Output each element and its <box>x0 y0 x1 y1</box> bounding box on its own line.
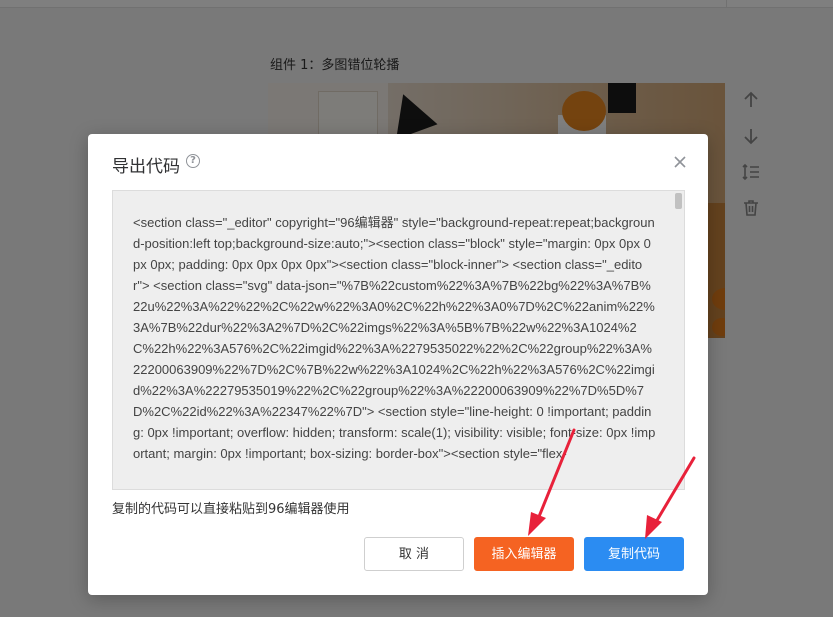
copy-code-button[interactable]: 复制代码 <box>584 537 684 571</box>
close-icon[interactable] <box>670 152 690 172</box>
code-textarea[interactable]: <section class="_editor" copyright="96编辑… <box>112 190 685 490</box>
hint-text: 复制的代码可以直接粘贴到96编辑器使用 <box>112 502 350 517</box>
export-code-dialog: 导出代码 ? <section class="_editor" copyrigh… <box>88 134 708 595</box>
code-scrollbar-thumb[interactable] <box>675 193 682 209</box>
dialog-title: 导出代码 <box>112 157 180 177</box>
cancel-button[interactable]: 取 消 <box>364 537 464 571</box>
code-text[interactable]: <section class="_editor" copyright="96编辑… <box>133 212 657 464</box>
code-scrollbar[interactable] <box>674 191 684 489</box>
insert-editor-button[interactable]: 插入编辑器 <box>474 537 574 571</box>
question-circle-icon[interactable]: ? <box>186 154 200 168</box>
